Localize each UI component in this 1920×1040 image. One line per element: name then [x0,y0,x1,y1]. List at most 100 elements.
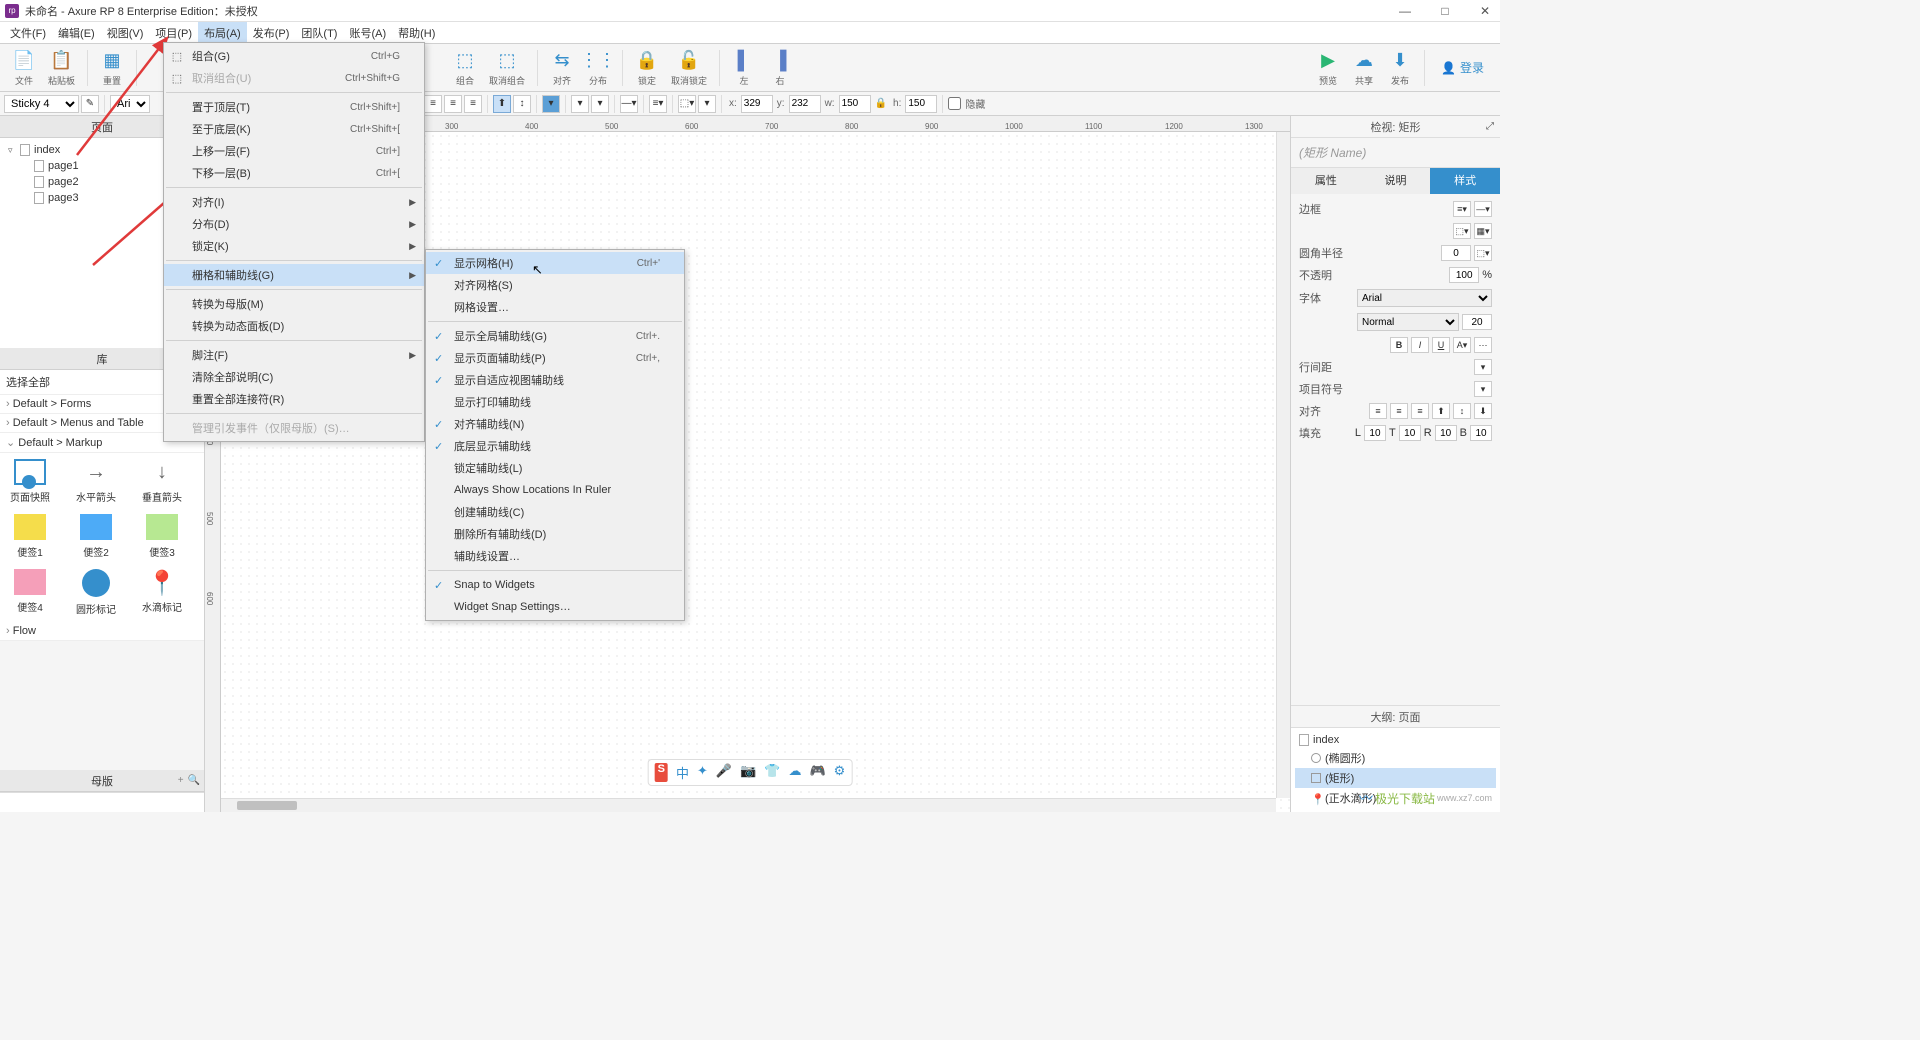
tool-lock-btn[interactable]: 🔒锁定 [631,47,663,89]
pad-t-input[interactable] [1399,425,1421,441]
tool-right-btn[interactable]: ▐右 [764,47,796,89]
menu-item-Always Sho[interactable]: Always Show Locations In Ruler [426,479,684,501]
menu-item-脚注(F)[interactable]: 脚注(F)▶ [164,344,424,366]
menu-item-转换为母版(M)[interactable]: 转换为母版(M) [164,293,424,315]
menu-item-转换为动态面板(D)[interactable]: 转换为动态面板(D) [164,315,424,337]
widget-圆形标记[interactable]: 圆形标记 [72,569,120,616]
lib-cat-flow[interactable]: Flow [0,622,204,641]
widget-便签4[interactable]: 便签4 [6,569,54,616]
align-c-btn[interactable]: ≡ [1390,403,1408,419]
arrow-style-icon[interactable]: ≡▾ [649,95,667,113]
minimize-icon[interactable]: — [1395,4,1415,18]
valign-top-icon[interactable]: ⬆ [493,95,511,113]
menu-item-创建辅助线(C)[interactable]: 创建辅助线(C) [426,501,684,523]
border-width-btn[interactable]: —▾ [1474,201,1492,217]
menu-item-显示自适应视图辅助线[interactable]: ✓显示自适应视图辅助线 [426,369,684,391]
tray-star-icon[interactable]: ✦ [697,763,708,782]
tray-cloud-icon[interactable]: ☁ [788,763,801,782]
tray-skin-icon[interactable]: 👕 [764,763,780,782]
align-r-btn[interactable]: ≡ [1411,403,1429,419]
menu-view[interactable]: 视图(V) [101,22,150,44]
pad-b-input[interactable] [1470,425,1492,441]
menu-item-对齐(I)[interactable]: 对齐(I)▶ [164,191,424,213]
w-input[interactable] [839,95,871,113]
border-style-btn[interactable]: ≡▾ [1453,201,1471,217]
tool-preview-btn[interactable]: ▶预览 [1312,47,1344,89]
border-color-icon[interactable]: ▾ [571,95,589,113]
menu-item-组合(G)[interactable]: ⬚组合(G)Ctrl+G [164,45,424,67]
widget-便签3[interactable]: 便签3 [138,514,186,559]
outline-item[interactable]: (椭圆形) [1295,748,1496,768]
menu-item-至于底层(K)[interactable]: 至于底层(K)Ctrl+Shift+[ [164,118,424,140]
tool-align-btn[interactable]: ⇆对齐 [546,47,578,89]
login-button[interactable]: 👤登录 [1433,55,1492,80]
inspector-expand-icon[interactable]: ⤢ [1486,121,1494,132]
close-icon[interactable]: ✕ [1475,4,1495,18]
widget-便签1[interactable]: 便签1 [6,514,54,559]
menu-item-对齐辅助线(N)[interactable]: ✓对齐辅助线(N) [426,413,684,435]
menu-layout[interactable]: 布局(A) [198,22,247,44]
bold-btn[interactable]: B [1390,337,1408,353]
border-side-btn[interactable]: ▦▾ [1474,223,1492,239]
tray-gear-icon[interactable]: ⚙ [834,763,846,782]
menu-item-重置全部连接符(R)[interactable]: 重置全部连接符(R) [164,388,424,410]
scrollbar-horizontal[interactable] [221,798,1276,812]
tray-cam-icon[interactable]: 📷 [740,763,756,782]
tool-publish-btn[interactable]: ⬇发布 [1384,47,1416,89]
align-right-icon[interactable]: ≡ [464,95,482,113]
widget-水平箭头[interactable]: →水平箭头 [72,459,120,504]
scrollbar-vertical[interactable] [1276,132,1290,798]
menu-item-上移一层(F)[interactable]: 上移一层(F)Ctrl+] [164,140,424,162]
menu-item-锁定辅助线(L)[interactable]: 锁定辅助线(L) [426,457,684,479]
valign-m-btn[interactable]: ↕ [1453,403,1471,419]
tool-distribute-btn[interactable]: ⋮⋮分布 [582,47,614,89]
y-input[interactable] [789,95,821,113]
font-family-select[interactable]: Arial [1357,289,1492,307]
tab-style[interactable]: 样式 [1430,168,1500,194]
menu-item-下移一层(B)[interactable]: 下移一层(B)Ctrl+[ [164,162,424,184]
eyedropper-icon[interactable]: ✎ [81,95,99,113]
radius-input[interactable] [1441,245,1471,261]
menu-item-Widget Sna[interactable]: Widget Snap Settings… [426,596,684,618]
valign-t-btn[interactable]: ⬆ [1432,403,1450,419]
tool-clipboard[interactable]: 📋粘贴板 [44,47,79,89]
menu-item-锁定(K)[interactable]: 锁定(K)▶ [164,235,424,257]
maximize-icon[interactable]: □ [1435,4,1455,18]
lock-aspect-icon[interactable]: 🔒 [875,98,887,109]
more-text-btn[interactable]: ⋯ [1474,337,1492,353]
menu-account[interactable]: 账号(A) [343,22,392,44]
tray-lang[interactable]: 中 [676,763,689,782]
widget-垂直箭头[interactable]: ↓垂直箭头 [138,459,186,504]
add-master-icon[interactable]: + [178,775,184,786]
tool-share-btn[interactable]: ☁共享 [1348,47,1380,89]
menu-item-删除所有辅助线(D)[interactable]: 删除所有辅助线(D) [426,523,684,545]
bullets-btn[interactable]: ▾ [1474,381,1492,397]
italic-btn[interactable]: I [1411,337,1429,353]
valign-b-btn[interactable]: ⬇ [1474,403,1492,419]
valign-mid-icon[interactable]: ↕ [513,95,531,113]
sogou-icon[interactable]: S [655,763,668,782]
opacity-input[interactable] [1449,267,1479,283]
align-left-icon[interactable]: ≡ [424,95,442,113]
corner-icon[interactable]: ⬚▾ [678,95,696,113]
font-size-input[interactable] [1462,314,1492,330]
tool-unlock-btn[interactable]: 🔓取消锁定 [667,47,711,89]
radius-opt-btn[interactable]: ⬚▾ [1474,245,1492,261]
x-input[interactable] [741,95,773,113]
menu-item-清除全部说明(C)[interactable]: 清除全部说明(C) [164,366,424,388]
menu-help[interactable]: 帮助(H) [392,22,441,44]
widget-页面快照[interactable]: 页面快照 [6,459,54,504]
border-corner-btn[interactable]: ⬚▾ [1453,223,1471,239]
line-style-icon[interactable]: —▾ [620,95,638,113]
style-select[interactable]: Sticky 4 [4,95,79,113]
menu-item-辅助线设置…[interactable]: 辅助线设置… [426,545,684,567]
pad-l-input[interactable] [1364,425,1386,441]
linesp-btn[interactable]: ▾ [1474,359,1492,375]
text-color-btn[interactable]: A▾ [1453,337,1471,353]
align-center-icon[interactable]: ≡ [444,95,462,113]
tab-notes[interactable]: 说明 [1361,168,1431,194]
menu-team[interactable]: 团队(T) [295,22,343,44]
shadow-icon[interactable]: ▾ [698,95,716,113]
tab-properties[interactable]: 属性 [1291,168,1361,194]
menu-item-对齐网格(S)[interactable]: 对齐网格(S) [426,274,684,296]
